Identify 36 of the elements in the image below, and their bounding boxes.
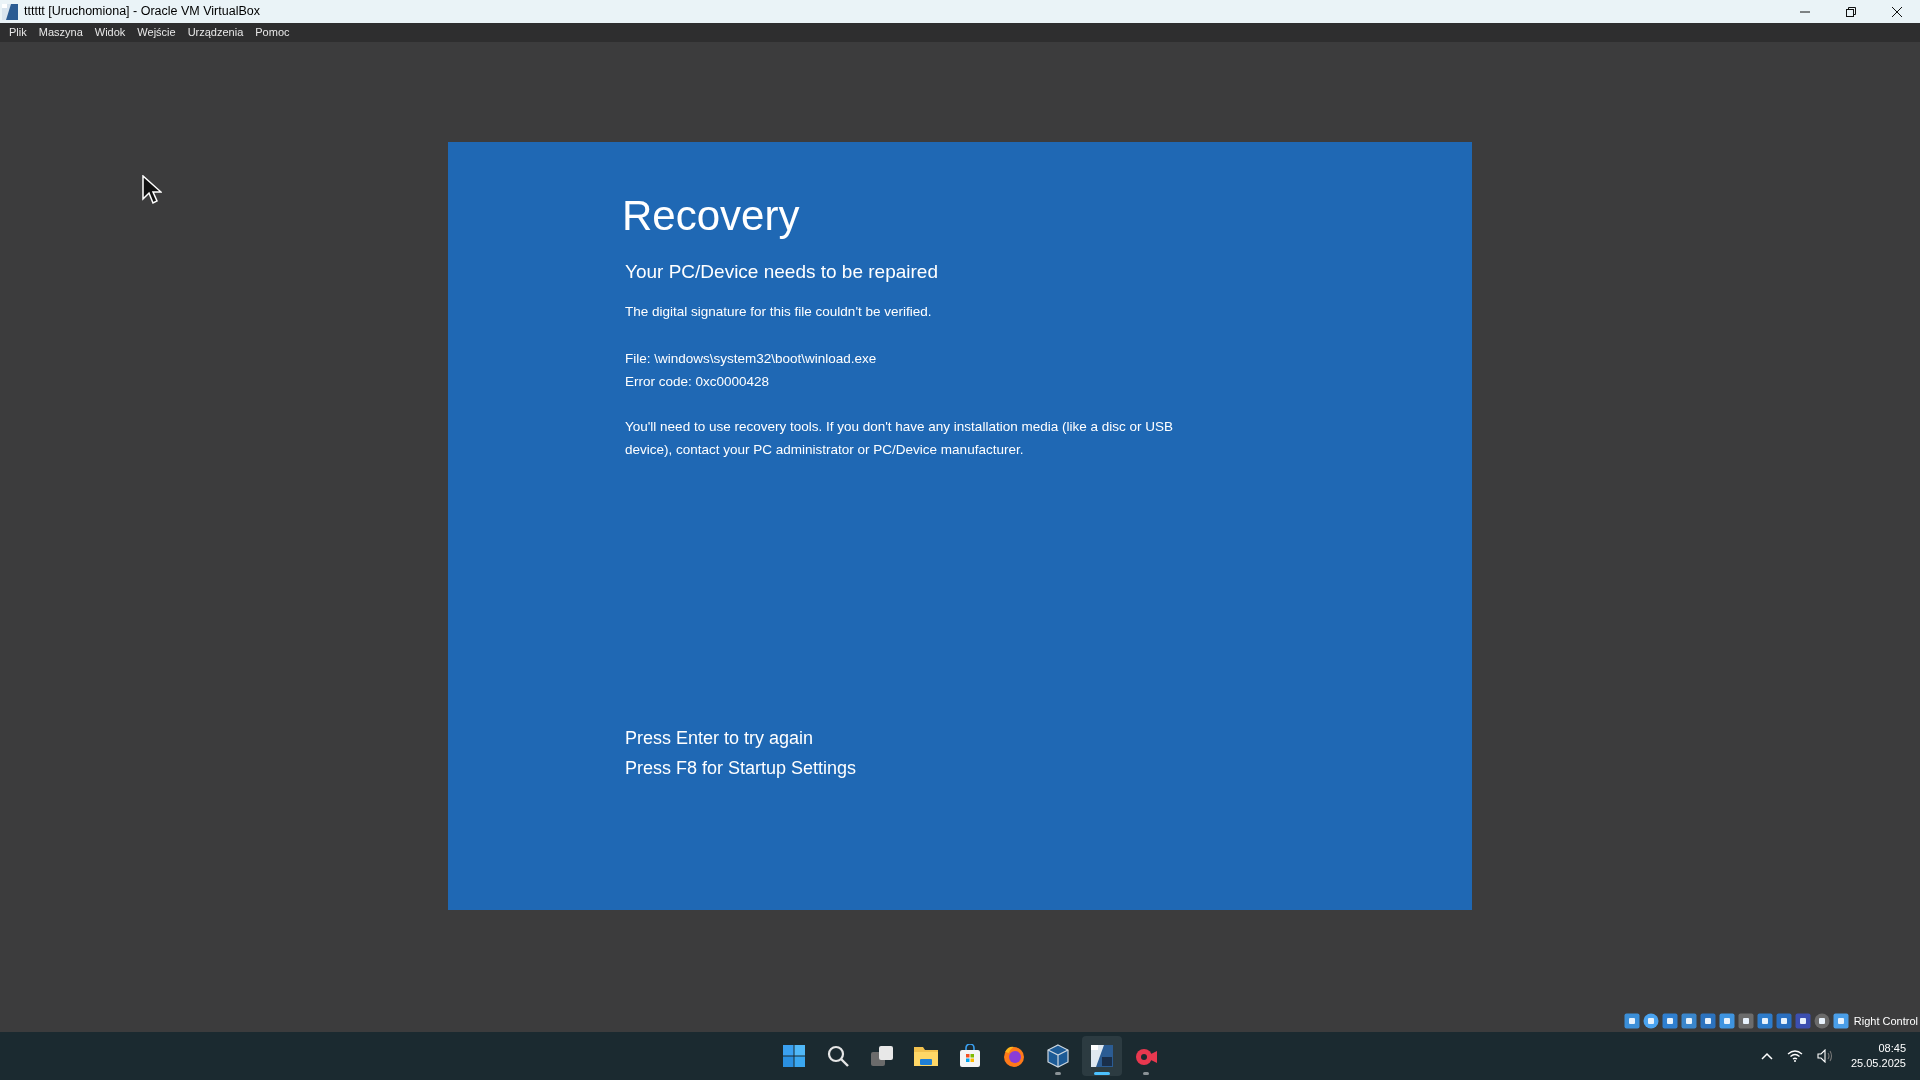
fox-globe-icon [1002, 1044, 1027, 1068]
search-icon [826, 1044, 851, 1068]
key-instruction: Press F8 for Startup Settings [625, 756, 858, 780]
wifi-icon[interactable] [1786, 1050, 1803, 1062]
error-heading: Your PC/Device needs to be repaired [625, 260, 939, 284]
clock[interactable]: 08:45 25.05.2025 [1850, 1041, 1906, 1071]
shopping-bag-icon [958, 1044, 983, 1068]
key-instruction: Press Enter to try again [625, 726, 815, 750]
host-key-label: Right Control [1853, 1013, 1918, 1029]
cube-icon [1046, 1044, 1071, 1068]
virtual-machine-icon [1090, 1044, 1115, 1068]
menu-item[interactable]: Urządzenia [181, 24, 250, 41]
chevron-up-icon[interactable] [1760, 1052, 1773, 1060]
clock-time: 08:45 [1878, 1041, 1906, 1056]
app-icon [2, 3, 18, 20]
windows-logo-icon [782, 1044, 807, 1068]
mouse-pointer-icon [142, 175, 162, 205]
restore-icon [1846, 6, 1856, 17]
menu-item[interactable]: Plik [3, 24, 33, 41]
menu-item[interactable]: Maszyna [32, 24, 89, 41]
running-indicator [1055, 1072, 1062, 1075]
running-indicator [1143, 1072, 1150, 1075]
error-message: The digital signature for this file couldn't be verified. [625, 302, 933, 321]
recovery-title: Recovery [622, 191, 801, 241]
menu-item[interactable]: Wejście [131, 24, 182, 41]
menu-item[interactable]: Widok [88, 24, 132, 41]
clock-date: 25.05.2025 [1850, 1056, 1906, 1071]
close-icon [1892, 6, 1902, 17]
error-code: Error code: 0xc0000428 [625, 372, 771, 391]
menu-item[interactable]: Pomoc [249, 24, 296, 41]
taskbar-button[interactable] [1082, 1036, 1123, 1076]
file-path: File: \windows\system32\boot\winload.exe [625, 349, 878, 368]
advice-text: You'll need to use recovery tools. If you don't have any installation media (like a disc or USB device), contact your PC administrator or PC/Device manufacturer. [625, 417, 1174, 459]
window-title: tttttt [Uruchomiona] - Oracle VM VirtualBox [24, 3, 260, 21]
running-indicator [1094, 1072, 1111, 1075]
stacked-windows-icon [870, 1044, 895, 1068]
